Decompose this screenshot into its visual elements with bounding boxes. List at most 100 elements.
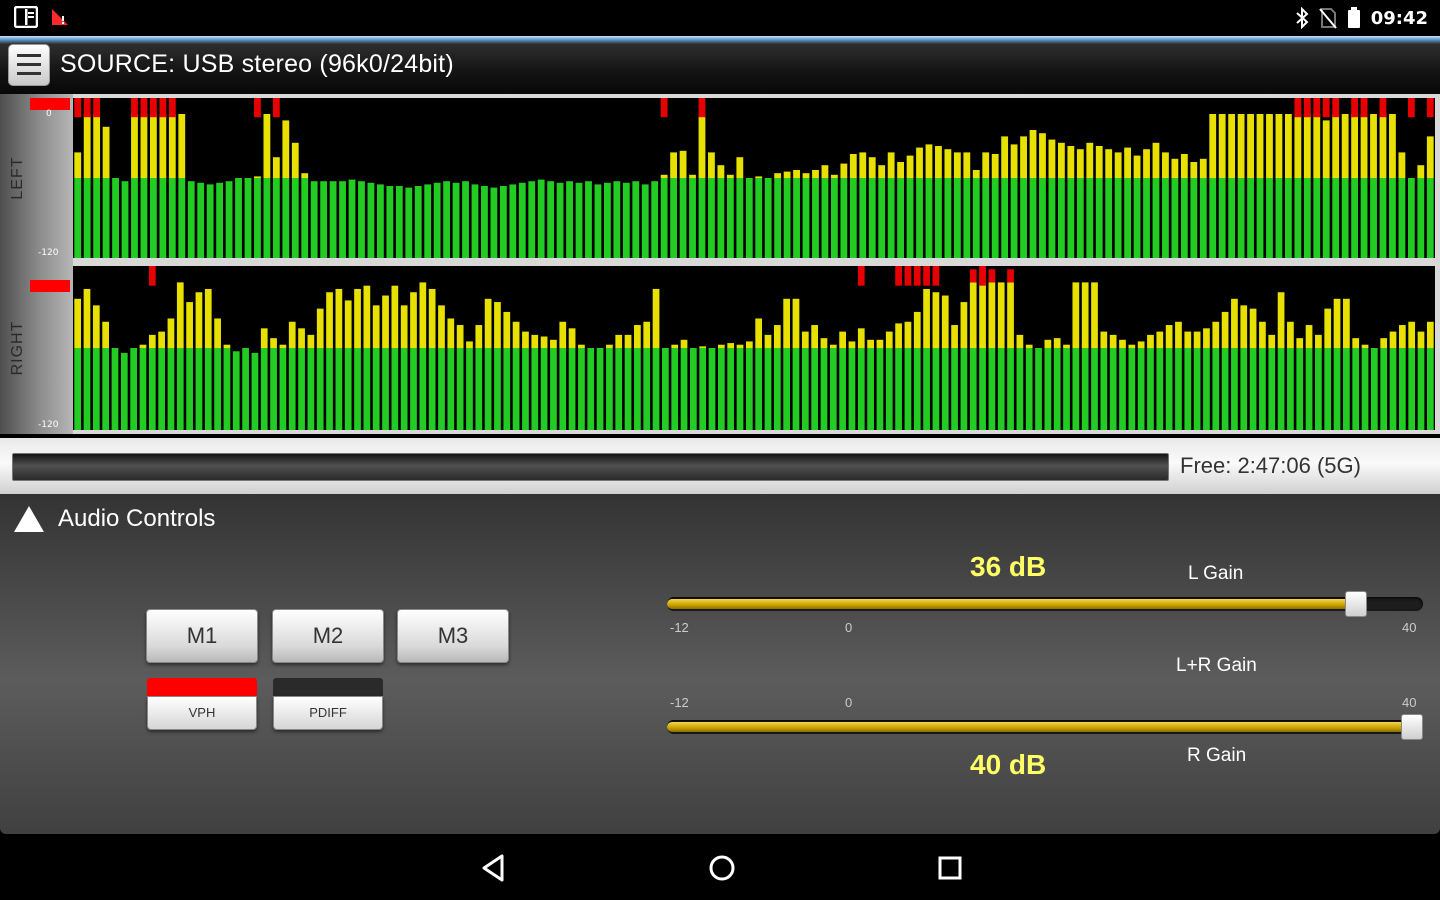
- left-bar-green: [1313, 178, 1321, 258]
- left-meter-bar: [1152, 142, 1160, 258]
- right-bar-yellow: [1109, 334, 1117, 348]
- left-bar-yellow: [1209, 114, 1217, 178]
- left-bar-peak: [159, 98, 167, 118]
- right-meter-bar: [447, 318, 455, 430]
- right-bar-yellow: [1417, 331, 1425, 348]
- left-bar-green: [622, 182, 630, 258]
- right-bar-green: [1296, 348, 1304, 430]
- memory-button-m2[interactable]: M2: [272, 609, 384, 663]
- right-bar-yellow: [391, 285, 399, 348]
- pdiff-toggle[interactable]: PDIFF: [273, 678, 383, 730]
- right-meter-bar: [167, 318, 175, 430]
- l-gain-slider-fill: [667, 599, 1355, 609]
- left-bar-green: [1124, 178, 1132, 258]
- left-bar-yellow: [1057, 142, 1065, 178]
- right-bar-green: [1063, 348, 1070, 430]
- right-bar-yellow: [867, 339, 874, 348]
- left-meter-bar: [320, 181, 328, 258]
- left-bar-green: [301, 178, 309, 258]
- left-meter-bar: [1133, 155, 1141, 258]
- left-bar-green: [282, 178, 290, 258]
- right-meter-bar: [923, 266, 930, 430]
- right-meter-bar: [867, 339, 874, 430]
- left-meter-bar: [112, 178, 119, 258]
- audio-controls-header[interactable]: Audio Controls: [12, 504, 215, 534]
- right-meter-bars: [73, 266, 1435, 430]
- right-meter-bar: [988, 269, 996, 430]
- right-bar-green: [298, 348, 305, 430]
- right-meter-bar: [475, 325, 483, 430]
- right-bar-peak: [923, 266, 930, 286]
- right-bar-yellow: [372, 305, 380, 348]
- right-bar-yellow: [885, 331, 893, 348]
- right-bar-green: [801, 348, 809, 430]
- left-meter-bar: [764, 178, 772, 258]
- right-bar-green: [969, 348, 977, 430]
- l-gain-slider[interactable]: [667, 591, 1423, 617]
- left-meter-bar: [1143, 149, 1150, 258]
- right-meter-bar: [1053, 338, 1061, 430]
- left-bar-yellow: [1370, 114, 1377, 178]
- left-meter-bar: [1029, 130, 1037, 258]
- right-bar-yellow: [1240, 305, 1248, 348]
- vph-toggle-label: VPH: [147, 696, 257, 730]
- left-bar-green: [1417, 178, 1425, 258]
- right-bar-yellow: [745, 341, 753, 348]
- right-bar-yellow: [1333, 298, 1341, 348]
- r-gain-slider-thumb[interactable]: [1401, 714, 1423, 740]
- right-meter-bar: [1025, 344, 1033, 430]
- right-bar-yellow: [1156, 331, 1164, 348]
- left-meter-bar: [1284, 114, 1292, 258]
- left-meter-bar: [1039, 133, 1046, 258]
- left-meter-bar: [736, 157, 744, 258]
- right-bar-yellow: [671, 344, 679, 348]
- left-bar-yellow: [1417, 165, 1425, 178]
- record-progress-bar[interactable]: [12, 453, 1169, 481]
- right-bar-green: [1268, 348, 1276, 430]
- left-bar-peak: [698, 98, 706, 118]
- right-meter-bar: [624, 334, 632, 430]
- memory-button-m1[interactable]: M1: [146, 609, 258, 663]
- vph-toggle[interactable]: VPH: [147, 678, 257, 730]
- right-bar-green: [764, 348, 772, 430]
- left-meter-bar: [1105, 149, 1113, 258]
- left-bar-green: [452, 182, 460, 258]
- r-gain-slider[interactable]: [667, 714, 1423, 740]
- left-meter-bar: [187, 181, 195, 258]
- left-meter-bar: [916, 147, 923, 258]
- right-bar-yellow: [1398, 325, 1406, 348]
- left-bar-yellow: [736, 157, 744, 178]
- left-meter-bar: [102, 126, 110, 258]
- right-meter-bar: [111, 348, 119, 430]
- memory-button-m3[interactable]: M3: [397, 609, 509, 663]
- right-bar-green: [997, 348, 1005, 430]
- right-bar-green: [690, 348, 697, 430]
- home-icon[interactable]: [706, 852, 738, 884]
- left-meter-bar: [982, 152, 990, 258]
- l-gain-slider-thumb[interactable]: [1344, 591, 1367, 617]
- hamburger-menu-icon[interactable]: [8, 44, 50, 86]
- left-bar-yellow: [1426, 136, 1434, 178]
- right-bar-green: [139, 348, 147, 430]
- triangle-up-icon[interactable]: [12, 504, 46, 534]
- left-bar-green: [1143, 178, 1150, 258]
- left-bar-green: [140, 178, 148, 258]
- back-icon[interactable]: [478, 852, 510, 884]
- right-bar-green: [1408, 348, 1416, 430]
- left-bar-yellow: [1171, 158, 1179, 178]
- right-bar-yellow: [223, 344, 231, 348]
- right-bar-yellow: [801, 331, 809, 348]
- right-clip-indicator[interactable]: [30, 280, 70, 292]
- right-bar-green: [148, 348, 156, 430]
- right-bar-green: [456, 348, 464, 430]
- right-bar-yellow: [764, 334, 772, 348]
- left-meter-bar: [830, 174, 838, 258]
- right-bar-yellow: [1128, 344, 1136, 348]
- battery-icon: [1347, 7, 1360, 28]
- left-meter-bar: [1417, 165, 1425, 258]
- right-meter-bar: [466, 341, 473, 430]
- left-bar-green: [670, 178, 678, 258]
- left-bar-green: [329, 181, 337, 258]
- recents-icon[interactable]: [935, 853, 965, 883]
- left-bar-yellow: [1398, 152, 1406, 178]
